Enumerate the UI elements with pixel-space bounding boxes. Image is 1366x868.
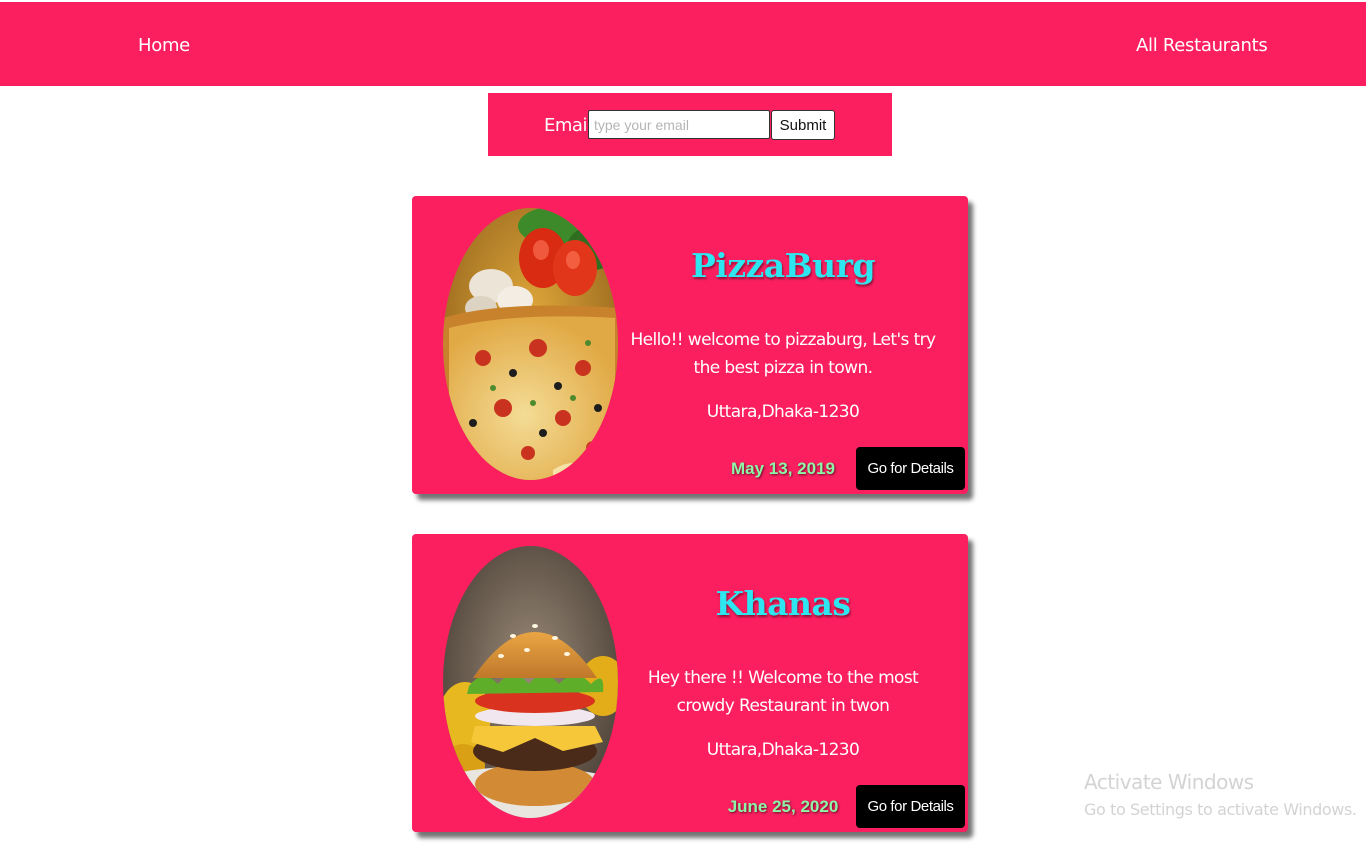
email-label: Email <box>544 115 592 136</box>
restaurant-card: PizzaBurg Hello!! welcome to pizzaburg, … <box>412 196 968 494</box>
nav-home-link[interactable]: Home <box>138 35 190 56</box>
go-for-details-button[interactable]: Go for Details <box>856 447 965 490</box>
pizza-image <box>443 208 618 480</box>
email-subscribe-form: Email Submit <box>488 93 892 156</box>
restaurant-description: Hey there !! Welcome to the most crowdy … <box>647 668 919 716</box>
restaurant-name: PizzaBurg <box>690 246 876 285</box>
restaurant-date: May 13, 2019 <box>731 459 835 478</box>
nav-all-restaurants-link[interactable]: All Restaurants <box>1136 35 1268 56</box>
email-input[interactable] <box>588 110 770 139</box>
restaurant-description: Hello!! welcome to pizzaburg, Let's try … <box>630 330 936 378</box>
restaurant-name: Khanas <box>715 584 851 623</box>
go-for-details-button[interactable]: Go for Details <box>856 785 965 828</box>
submit-button[interactable]: Submit <box>771 110 835 140</box>
restaurant-card: Khanas Hey there !! Welcome to the most … <box>412 534 968 832</box>
navbar: Home All Restaurants <box>0 2 1366 86</box>
watermark-subtitle: Go to Settings to activate Windows. <box>1084 800 1357 819</box>
watermark-title: Activate Windows <box>1084 770 1254 794</box>
activate-windows-watermark: Activate Windows Go to Settings to activ… <box>1084 770 1357 819</box>
burger-image <box>443 546 618 818</box>
restaurant-date: June 25, 2020 <box>727 797 839 816</box>
restaurant-address: Uttara,Dhaka-1230 <box>706 740 860 760</box>
restaurant-address: Uttara,Dhaka-1230 <box>706 402 860 422</box>
